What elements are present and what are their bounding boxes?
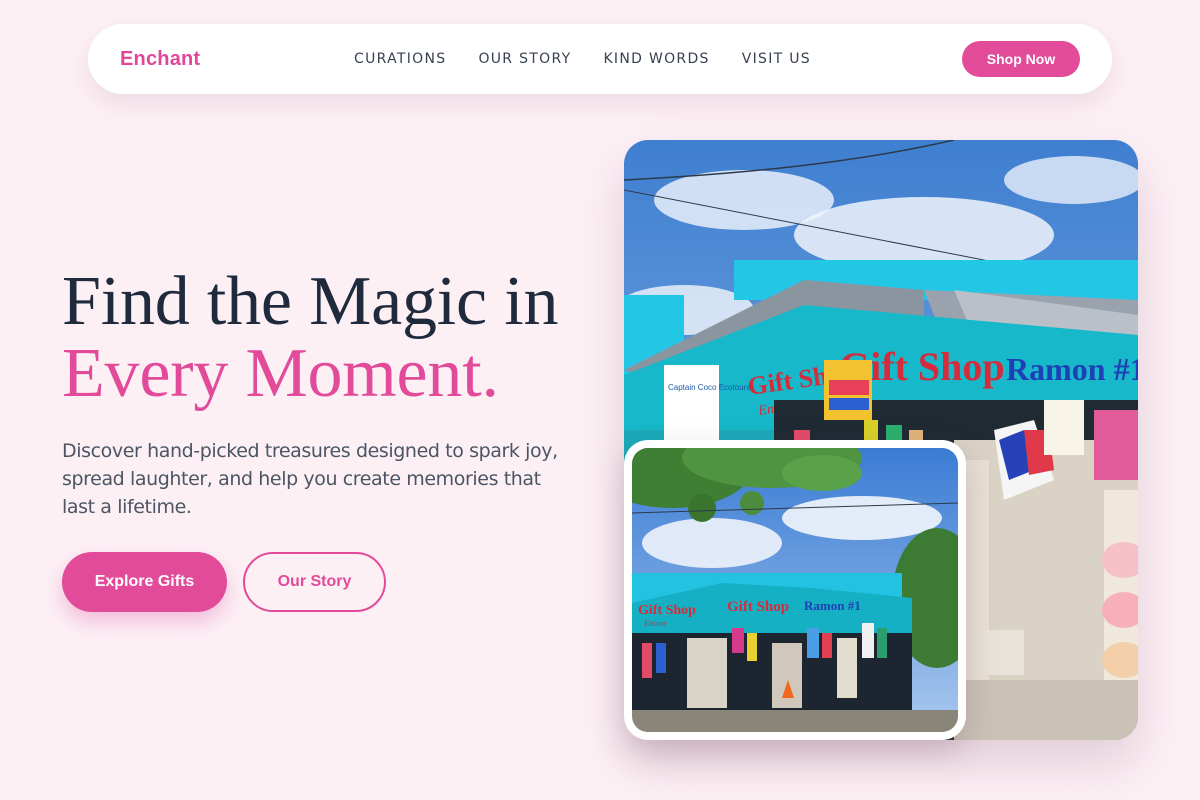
hero-headline: Find the Magic in Every Moment. [62, 266, 558, 410]
inset-sign-sub: Encore [643, 619, 667, 628]
hero-headline-line1: Find the Magic in [62, 263, 559, 340]
hero-lead-text: Discover hand-picked treasures designed … [62, 440, 558, 518]
inset-sign-left: Gift Shop [638, 603, 696, 618]
inset-sign-mid: Gift Shop [727, 599, 789, 615]
our-story-button[interactable]: Our Story [243, 552, 386, 612]
nav-link-kind-words[interactable]: KIND WORDS [603, 51, 709, 67]
hero-headline-accent: Every Moment. [62, 335, 499, 412]
explore-gifts-button[interactable]: Explore Gifts [62, 552, 227, 612]
shop-now-button[interactable]: Shop Now [962, 41, 1080, 77]
main-sign-right: Ramon #1 [1006, 351, 1138, 387]
main-side-sign: Captain Coco Ecotours [668, 383, 750, 392]
hero-photo-storefront: Gift Shop Encore Gift Shop Ramon #1 [624, 440, 966, 740]
nav-link-curations[interactable]: CURATIONS [354, 51, 446, 67]
brand-logo[interactable]: Enchant [120, 48, 200, 71]
storefront-illustration: Gift Shop Encore Gift Shop Ramon #1 [632, 448, 958, 732]
top-navbar: Enchant CURATIONS OUR STORY KIND WORDS V… [88, 24, 1112, 94]
nav-link-our-story[interactable]: OUR STORY [478, 51, 571, 67]
storefront-image-frame: Gift Shop Encore Gift Shop Ramon #1 [632, 448, 958, 732]
inset-sign-right: Ramon #1 [804, 598, 861, 613]
main-nav: CURATIONS OUR STORY KIND WORDS VISIT US [354, 24, 811, 94]
nav-link-visit-us[interactable]: VISIT US [742, 51, 811, 67]
